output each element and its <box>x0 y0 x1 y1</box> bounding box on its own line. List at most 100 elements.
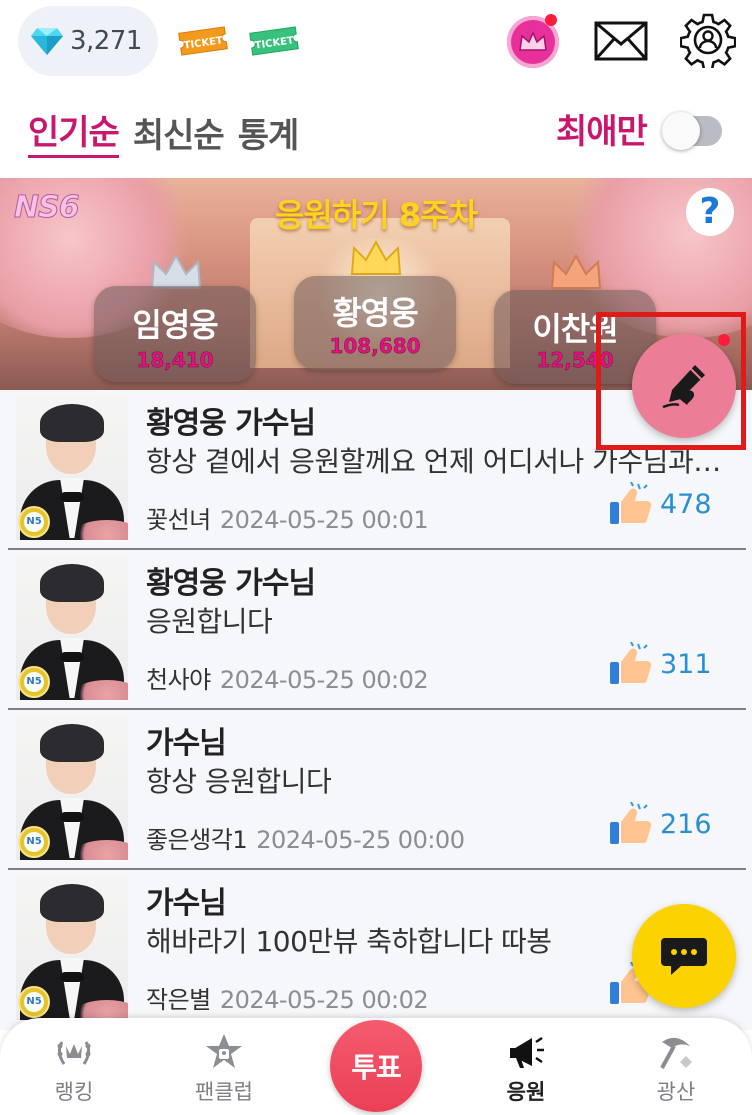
nav-ranking[interactable]: 랭킹 <box>24 1032 124 1106</box>
post-title: 가수님 <box>146 726 227 761</box>
avatar-hair <box>40 884 104 922</box>
like-count: 216 <box>660 808 712 840</box>
avatar[interactable]: N5 <box>16 716 128 860</box>
n5-badge: N5 <box>18 506 50 538</box>
write-post-button[interactable] <box>632 334 736 438</box>
mail-icon[interactable] <box>594 20 648 62</box>
n5-badge: N5 <box>18 826 50 858</box>
post-author: 작은별 <box>146 986 211 1014</box>
rank-name: 이찬원 <box>532 310 618 348</box>
nav-mine-label: 광산 <box>656 1080 696 1104</box>
post-meta: 작은별 2024-05-25 00:02 <box>146 980 429 1015</box>
thumbs-up-icon <box>610 482 652 524</box>
pen-heart-icon <box>662 365 705 409</box>
post-item[interactable]: N5 황영웅 가수님 응원합니다 천사야 2024-05-25 00:02 31… <box>0 550 752 710</box>
nav-ranking-label: 랭킹 <box>54 1080 94 1104</box>
rank-name: 황영웅 <box>332 294 418 332</box>
toggle-knob <box>662 112 700 150</box>
like-count: 311 <box>660 648 712 680</box>
nav-fanclub[interactable]: 팬클럽 <box>174 1032 274 1106</box>
notification-dot <box>545 14 557 26</box>
avatar[interactable]: N5 <box>16 556 128 700</box>
favorites-only-toggle[interactable] <box>662 112 722 150</box>
avatar-hair <box>40 724 104 762</box>
post-title: 황영웅 가수님 <box>146 406 316 441</box>
post-title: 황영웅 가수님 <box>146 566 316 601</box>
post-date: 2024-05-25 00:02 <box>219 666 429 694</box>
n5-badge: N5 <box>18 986 50 1018</box>
post-author: 천사야 <box>146 666 211 694</box>
chat-button[interactable] <box>632 904 736 1008</box>
post-date: 2024-05-25 00:00 <box>256 826 465 854</box>
gold-crown-icon <box>350 239 402 275</box>
n5-badge-label: N5 <box>24 992 44 1012</box>
like-button[interactable]: 311 <box>608 642 712 686</box>
rank-card-second[interactable]: 임영웅 18,410 <box>94 286 256 382</box>
notification-dot <box>718 334 730 346</box>
avatar-bowtie <box>60 972 84 982</box>
star-lock-icon <box>206 1034 242 1068</box>
tab-latest[interactable]: 최신순 <box>133 114 225 158</box>
ticket-green-icon[interactable]: TICKET <box>247 24 301 58</box>
avatar-hair <box>40 404 104 442</box>
post-date: 2024-05-25 00:02 <box>219 986 429 1014</box>
rank-name: 임영웅 <box>132 306 218 344</box>
rank-score: 12,540 <box>536 348 614 373</box>
laurel-icon <box>57 1041 91 1065</box>
sort-tabs: 인기순 최신순 통계 <box>28 108 300 158</box>
diamond-count: 3,271 <box>70 26 142 56</box>
chat-bubble-icon <box>661 938 707 975</box>
settings-gear-icon[interactable] <box>680 12 736 68</box>
tab-popular[interactable]: 인기순 <box>28 111 120 158</box>
like-count: 478 <box>660 488 712 520</box>
post-author: 꽃선녀 <box>146 506 211 534</box>
nav-fanclub-label: 팬클럽 <box>195 1080 253 1104</box>
help-button[interactable]: ? <box>686 188 734 236</box>
ticket-orange-icon[interactable]: TICKET <box>176 24 230 58</box>
rank-card-first[interactable]: 황영웅 108,680 <box>294 276 456 370</box>
post-body: 항상 곁에서 응원할께요 언제 어디서나 가수님과 함께해요 <box>146 445 726 478</box>
vote-button-label: 투표 <box>351 1051 402 1084</box>
bronze-crown-icon <box>550 253 602 289</box>
nav-mine[interactable]: 광산 <box>626 1032 726 1106</box>
n5-badge-label: N5 <box>24 672 44 692</box>
post-meta: 꽃선녀 2024-05-25 00:01 <box>146 500 429 535</box>
post-date: 2024-05-25 00:01 <box>219 506 429 534</box>
avatar-bowtie <box>60 492 84 502</box>
rank-score: 108,680 <box>329 334 421 359</box>
megaphone-icon <box>510 1036 544 1068</box>
crown-button[interactable] <box>507 14 559 68</box>
thumbs-up-icon <box>610 802 652 844</box>
avatar-hair <box>40 564 104 602</box>
post-body: 응원합니다 <box>146 605 273 638</box>
thumbs-up-icon <box>610 642 652 684</box>
like-button[interactable]: 478 <box>608 482 712 526</box>
top-bar: 3,271 TICKET TICKET <box>0 0 752 88</box>
diamond-balance[interactable]: 3,271 <box>18 6 158 76</box>
post-item[interactable]: N5 가수님 항상 응원합니다 좋은생각1 2024-05-25 00:00 2… <box>0 710 752 870</box>
banner-title: 응원하기 8주차 <box>274 196 478 234</box>
pickaxe-icon <box>660 1037 692 1069</box>
post-title: 가수님 <box>146 886 227 921</box>
diamond-icon <box>31 28 63 55</box>
n5-badge-label: N5 <box>24 832 44 852</box>
favorites-only-label: 최애만 <box>556 112 648 152</box>
avatar[interactable]: N5 <box>16 876 128 1020</box>
post-author: 좋은생각1 <box>146 826 248 854</box>
vote-button[interactable]: 투표 <box>330 1020 422 1112</box>
crown-icon <box>519 31 547 51</box>
post-meta: 좋은생각1 2024-05-25 00:00 <box>146 820 465 855</box>
avatar[interactable]: N5 <box>16 396 128 540</box>
nav-cheer-label: 응원 <box>506 1080 546 1104</box>
rank-score: 18,410 <box>136 348 214 373</box>
avatar-bowtie <box>60 812 84 822</box>
like-button[interactable]: 216 <box>608 802 712 846</box>
tab-stats[interactable]: 통계 <box>238 114 300 158</box>
nav-cheer[interactable]: 응원 <box>476 1032 576 1106</box>
n5-badge-label: N5 <box>24 512 44 532</box>
rank-card-third[interactable]: 이찬원 12,540 <box>494 290 656 384</box>
post-meta: 천사야 2024-05-25 00:02 <box>146 660 429 695</box>
post-body: 항상 응원합니다 <box>146 765 332 798</box>
avatar-bowtie <box>60 652 84 662</box>
n5-badge: N5 <box>18 666 50 698</box>
